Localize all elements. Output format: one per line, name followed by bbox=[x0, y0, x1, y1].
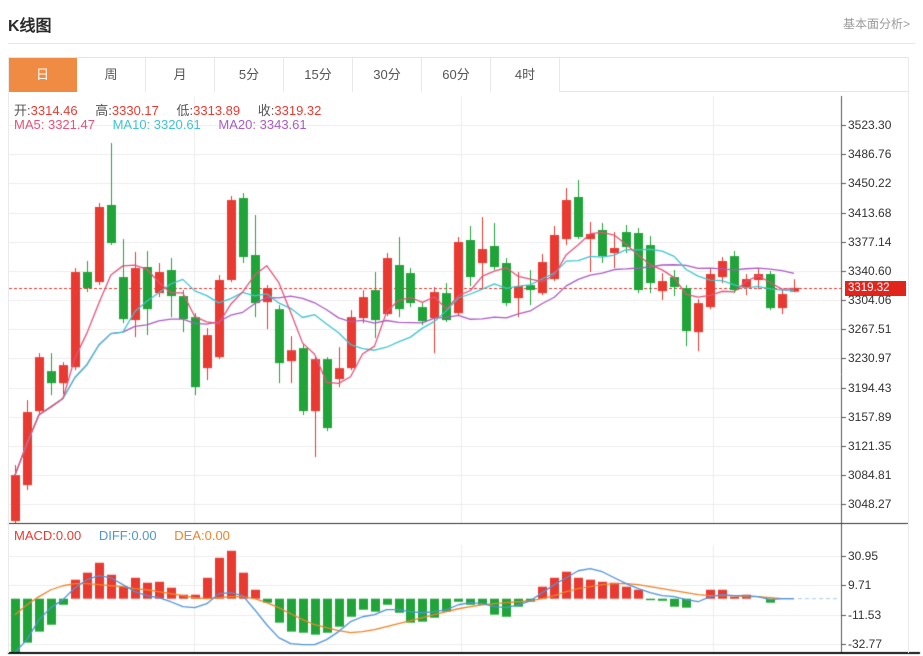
tab-月[interactable]: 月 bbox=[146, 58, 215, 92]
high-value: 3330.17 bbox=[112, 103, 159, 118]
close-value: 3319.32 bbox=[274, 103, 321, 118]
open-label: 开: bbox=[14, 103, 31, 118]
macd-label: MACD: bbox=[14, 528, 56, 543]
ma10-value: 3320.61 bbox=[154, 117, 201, 132]
tab-30分[interactable]: 30分 bbox=[353, 58, 422, 92]
price-axis-label: 3340.60 bbox=[848, 264, 910, 278]
page-title: K线图 bbox=[8, 12, 52, 36]
price-axis-label: 3486.76 bbox=[848, 147, 910, 161]
price-axis-label: 3084.81 bbox=[848, 468, 910, 482]
ma5-value: 3321.47 bbox=[48, 117, 95, 132]
widget-left-border bbox=[8, 57, 9, 653]
price-axis-label: 3304.06 bbox=[848, 293, 910, 307]
dea-label: DEA: bbox=[174, 528, 204, 543]
fundamental-analysis-link[interactable]: 基本面分析> bbox=[843, 15, 910, 32]
low-value: 3313.89 bbox=[193, 103, 240, 118]
macd-value: 0.00 bbox=[56, 528, 81, 543]
tab-4时[interactable]: 4时 bbox=[491, 58, 560, 92]
macd-axis-label: -32.77 bbox=[848, 637, 910, 651]
title-separator bbox=[8, 43, 915, 44]
price-axis-label: 3048.27 bbox=[848, 497, 910, 511]
open-value: 3314.46 bbox=[31, 103, 78, 118]
price-axis-label: 3121.35 bbox=[848, 439, 910, 453]
diff-value: 0.00 bbox=[131, 528, 156, 543]
tab-bar-filler bbox=[560, 58, 909, 91]
ma5-label: MA5: bbox=[14, 117, 44, 132]
price-axis-label: 3413.68 bbox=[848, 206, 910, 220]
macd-axis-label: 9.71 bbox=[848, 578, 910, 592]
price-axis-label: 3450.22 bbox=[848, 176, 910, 190]
kline-page: { "header": { "title": "K线图", "link": "基… bbox=[0, 0, 923, 656]
high-label: 高: bbox=[95, 103, 112, 118]
tab-15分[interactable]: 15分 bbox=[284, 58, 353, 92]
tab-日[interactable]: 日 bbox=[8, 58, 77, 92]
ma-legend: MA5: 3321.47 MA10: 3320.61 MA20: 3343.61 bbox=[14, 117, 321, 132]
ma20-value: 3343.61 bbox=[260, 117, 307, 132]
dea-value: 0.00 bbox=[205, 528, 230, 543]
price-axis-label: 3267.51 bbox=[848, 322, 910, 336]
kline-chart-canvas[interactable] bbox=[0, 0, 923, 656]
diff-label: DIFF: bbox=[99, 528, 132, 543]
price-axis-label: 3157.89 bbox=[848, 410, 910, 424]
price-axis-label: 3230.97 bbox=[848, 351, 910, 365]
tab-周[interactable]: 周 bbox=[77, 58, 146, 92]
tab-5分[interactable]: 5分 bbox=[215, 58, 284, 92]
macd-axis-label: -11.53 bbox=[848, 608, 910, 622]
ma10-label: MA10: bbox=[113, 117, 151, 132]
low-label: 低: bbox=[177, 103, 194, 118]
tab-60分[interactable]: 60分 bbox=[422, 58, 491, 92]
ma20-label: MA20: bbox=[218, 117, 256, 132]
price-axis-label: 3194.43 bbox=[848, 381, 910, 395]
macd-axis-label: 30.95 bbox=[848, 549, 910, 563]
price-axis-label: 3523.30 bbox=[848, 118, 910, 132]
period-tab-bar: 日周月5分15分30分60分4时 bbox=[8, 57, 909, 92]
price-axis-label: 3377.14 bbox=[848, 235, 910, 249]
close-label: 收: bbox=[258, 103, 275, 118]
macd-legend: MACD:0.00 DIFF:0.00 DEA:0.00 bbox=[14, 528, 244, 543]
